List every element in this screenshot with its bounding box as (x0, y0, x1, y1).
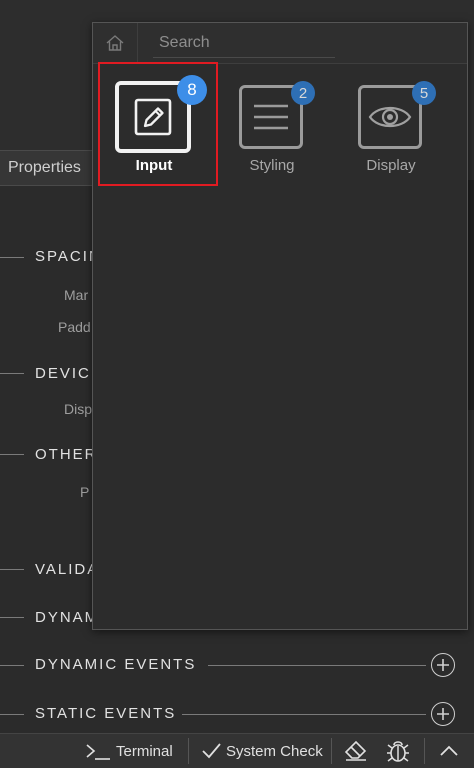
debug-button[interactable] (384, 734, 412, 768)
chevron-up-icon (440, 745, 458, 756)
section-divider (0, 665, 24, 666)
scrollbar[interactable] (467, 180, 474, 410)
system-check-button[interactable]: System Check (200, 734, 323, 768)
terminal-label: Terminal (116, 742, 173, 760)
bug-icon (387, 741, 409, 762)
section-title-validation: VALIDA (35, 561, 100, 578)
toolbar-separator (331, 738, 332, 764)
terminal-button[interactable]: Terminal (84, 734, 173, 768)
section-divider (182, 714, 426, 715)
section-divider (0, 454, 24, 455)
terminal-icon (86, 744, 110, 760)
selection-highlight (98, 62, 218, 186)
styling-count-badge: 2 (291, 81, 315, 105)
add-dynamic-event-button[interactable] (431, 653, 455, 677)
bottom-toolbar: Terminal System Check (0, 733, 474, 768)
section-title-dynamic: DYNAM (35, 609, 100, 626)
eraser-button[interactable] (343, 734, 369, 768)
checkmark-icon (202, 743, 221, 759)
eye-icon (368, 106, 412, 128)
display-count-badge: 5 (412, 81, 436, 105)
section-title-dynamic-events: DYNAMIC EVENTS (35, 656, 197, 673)
tab-properties-label: Properties (8, 159, 81, 176)
search-input[interactable] (153, 29, 335, 58)
eraser-icon (344, 740, 367, 761)
home-icon (106, 35, 124, 51)
plus-icon (437, 708, 449, 720)
section-divider (0, 257, 24, 258)
plus-icon (437, 659, 449, 671)
property-label-margin: Mar (64, 287, 89, 303)
property-label-padding: Padd (58, 319, 91, 335)
property-label-display: Disp (64, 401, 93, 417)
section-divider (0, 373, 24, 374)
section-divider (0, 617, 24, 618)
category-styling[interactable]: 2 Styling (215, 63, 325, 174)
popup-header (93, 23, 467, 64)
section-title-device: DEVIC (35, 365, 91, 382)
section-divider (0, 714, 24, 715)
category-display-label: Display (366, 157, 416, 174)
collapse-toolbar-button[interactable] (438, 734, 460, 768)
section-title-other: OTHER (35, 446, 98, 463)
category-display[interactable]: 5 Display (334, 63, 444, 174)
tab-properties[interactable]: Properties (0, 150, 92, 186)
system-check-label: System Check (226, 742, 323, 760)
add-static-event-button[interactable] (431, 702, 455, 726)
toolbar-separator (424, 738, 425, 764)
section-title-static-events: STATIC EVENTS (35, 705, 177, 722)
section-divider (208, 665, 426, 666)
property-label-p: P (80, 484, 90, 500)
menu-lines-icon (254, 104, 288, 130)
category-styling-label: Styling (249, 157, 295, 174)
home-button[interactable] (93, 23, 138, 63)
section-divider (0, 569, 24, 570)
toolbar-separator (188, 738, 189, 764)
